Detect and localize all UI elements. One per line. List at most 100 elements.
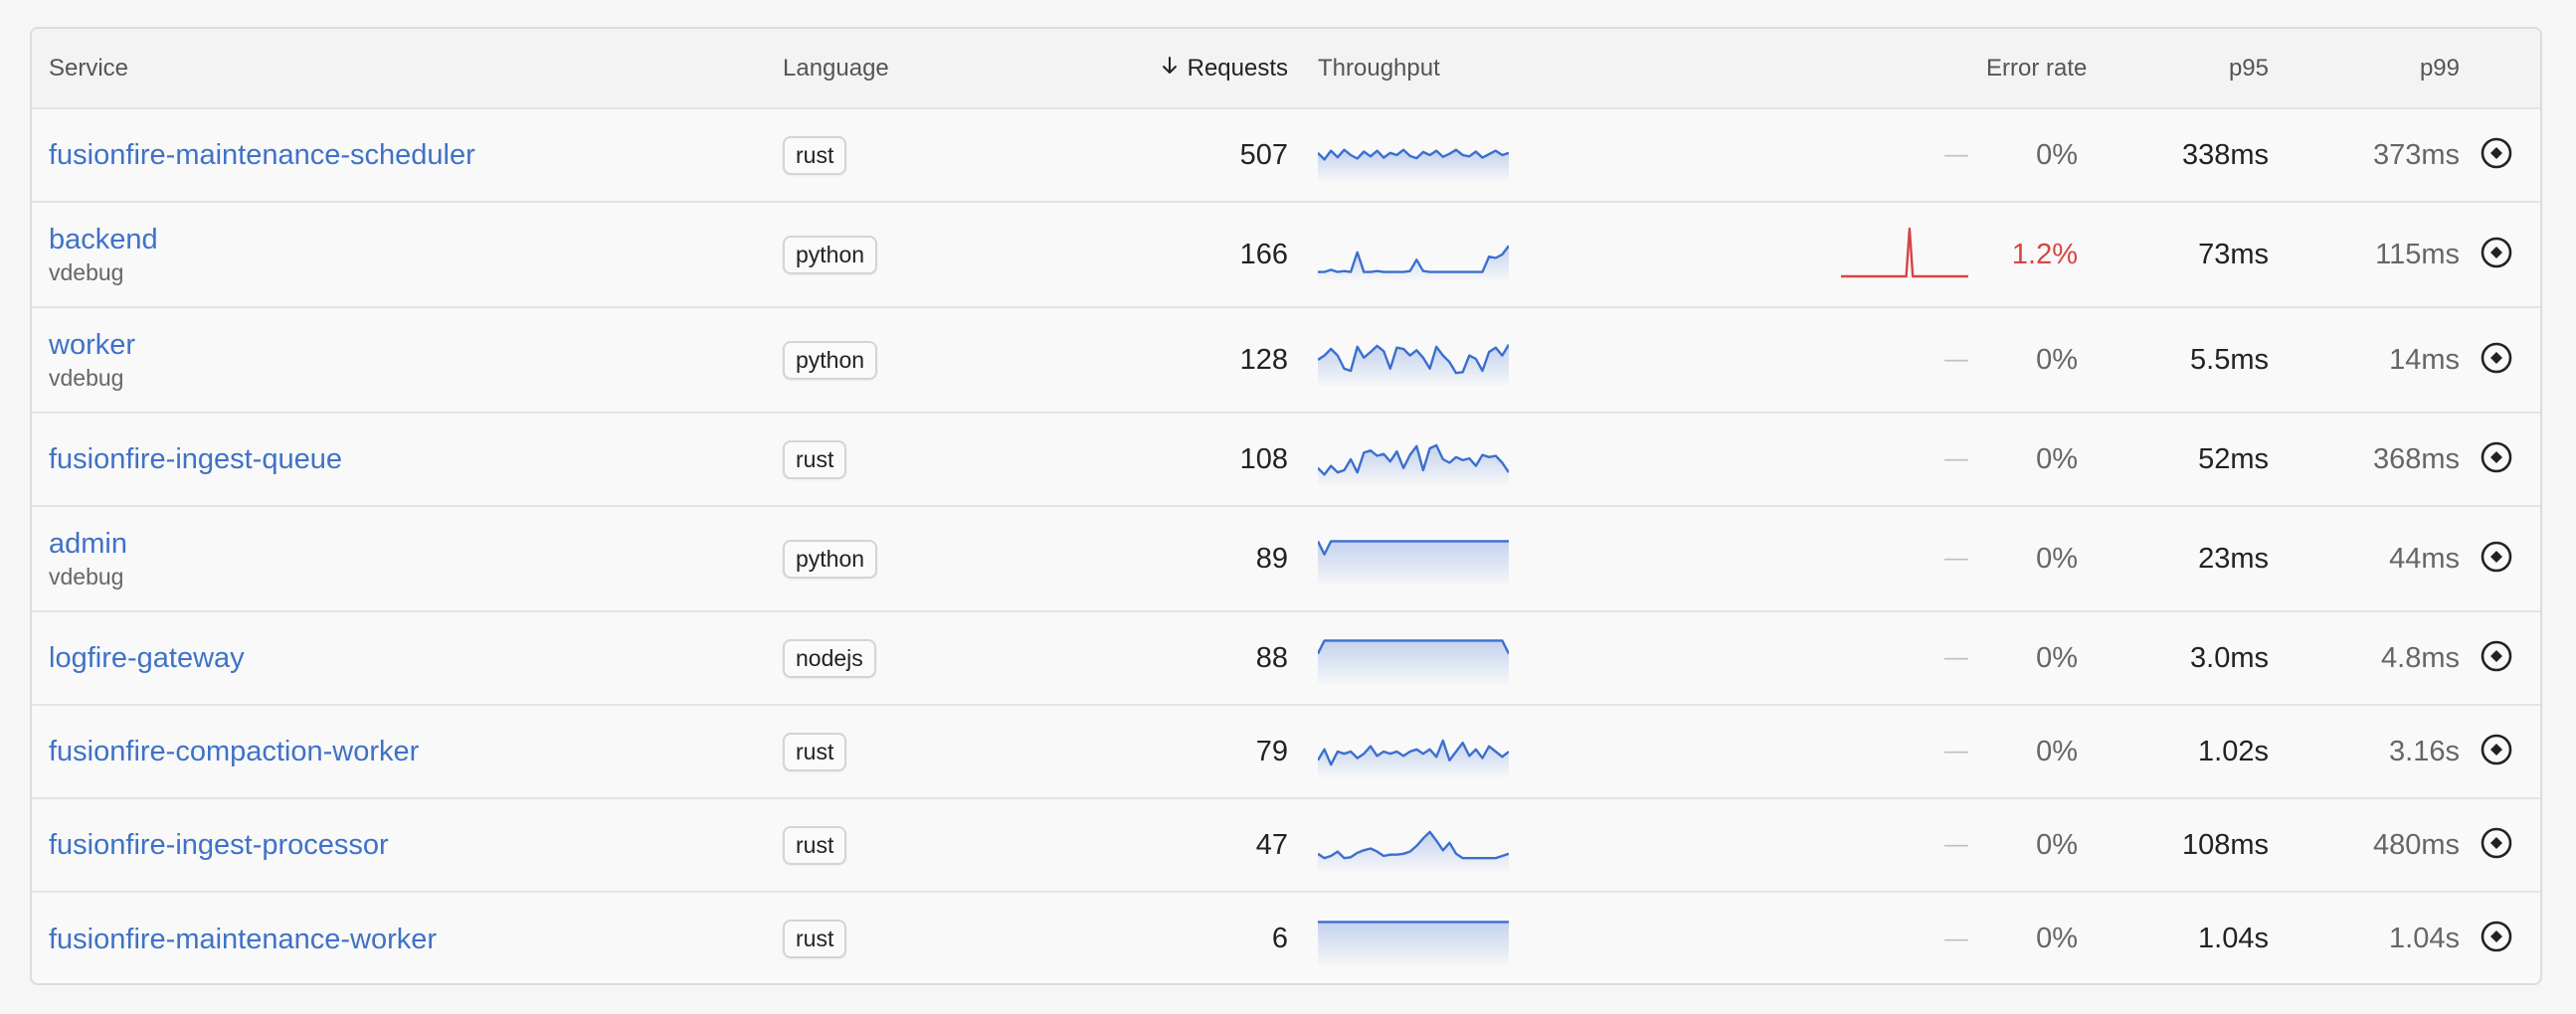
column-header-error-spark [1499, 29, 1986, 109]
action-cell [2532, 611, 2540, 705]
action-cell [2532, 413, 2540, 506]
target-icon[interactable] [2479, 439, 2514, 475]
sparkline-area [1318, 741, 1509, 777]
service-link[interactable]: worker [49, 328, 783, 362]
throughput-sparkline [1318, 830, 1509, 871]
error-rate: 0% [2036, 735, 2078, 767]
services-table: Service Language Requests Throughput Err… [32, 29, 2540, 983]
target-icon[interactable] [2479, 919, 2514, 954]
p95-latency: 23ms [2198, 542, 2269, 575]
throughput-sparkline [1318, 540, 1509, 585]
column-header-actions [2460, 29, 2532, 109]
service-link[interactable]: fusionfire-ingest-queue [49, 442, 783, 476]
service-link[interactable]: fusionfire-ingest-processor [49, 828, 783, 862]
error-rate: 0% [2036, 138, 2078, 171]
p99-latency: 368ms [2372, 442, 2460, 475]
error-spark-cell: — [1499, 705, 1986, 798]
sparkline-area [1318, 640, 1509, 684]
requests-count: 128 [1239, 343, 1288, 376]
action-cell [2460, 413, 2532, 506]
error-rate: 0% [2036, 542, 2078, 575]
language-badge: rust [783, 825, 847, 865]
column-header-language[interactable]: Language [783, 29, 972, 109]
requests-count: 88 [1255, 641, 1288, 674]
service-link[interactable]: fusionfire-maintenance-scheduler [49, 138, 783, 172]
requests-count: 6 [1271, 923, 1288, 954]
action-cell [2532, 705, 2540, 798]
p99-latency: 1.04s [2389, 923, 2460, 954]
action-cell [2460, 705, 2532, 798]
no-error-placeholder: — [1944, 831, 1968, 858]
no-error-placeholder: — [1944, 141, 1968, 168]
p95-latency: 108ms [2181, 828, 2269, 861]
p99-latency: 480ms [2372, 828, 2460, 861]
p95-latency: 1.02s [2198, 735, 2269, 767]
service-cell: admin vdebug [32, 506, 783, 611]
throughput-sparkline [1318, 920, 1509, 965]
requests-count: 108 [1239, 442, 1288, 475]
language-cell: rust [783, 798, 972, 892]
sparkline-area [1318, 831, 1509, 871]
target-icon[interactable] [2479, 340, 2514, 376]
table-row[interactable]: fusionfire-maintenance-worker rust 6 — 0% 1.0… [32, 892, 2540, 983]
target-icon[interactable] [2479, 732, 2514, 767]
service-link[interactable]: admin [49, 527, 783, 561]
service-link[interactable]: backend [49, 223, 783, 256]
p99-latency: 3.16s [2389, 735, 2460, 767]
column-header-error-rate[interactable]: Error rate [1986, 29, 2087, 109]
throughput-cell [1300, 705, 1509, 798]
language-badge: python [783, 235, 878, 274]
throughput-sparkline [1318, 443, 1509, 485]
table-row[interactable]: worker vdebug python 128 — 0% 5.5ms 14ms [32, 307, 2540, 413]
service-cell: backend vdebug [32, 202, 783, 307]
p95-latency: 52ms [2198, 442, 2269, 475]
service-link[interactable]: fusionfire-compaction-worker [49, 735, 783, 768]
table-row[interactable]: fusionfire-ingest-queue rust 108 — 0% 52ms 368… [32, 413, 2540, 506]
column-header-p99[interactable]: p99 [2269, 29, 2460, 109]
language-badge: nodejs [783, 638, 876, 678]
action-cell [2460, 798, 2532, 892]
column-header-throughput[interactable]: Throughput [1300, 29, 1499, 109]
column-header-requests[interactable]: Requests [972, 29, 1300, 109]
no-error-placeholder: — [1944, 346, 1968, 373]
service-link[interactable]: fusionfire-maintenance-worker [49, 923, 783, 956]
p95-latency: 1.04s [2198, 923, 2269, 954]
throughput-sparkline [1318, 245, 1509, 280]
target-icon[interactable] [2479, 235, 2514, 270]
language-cell: python [783, 307, 972, 413]
service-cell: fusionfire-ingest-processor [32, 798, 783, 892]
throughput-cell [1300, 108, 1509, 202]
target-icon[interactable] [2479, 825, 2514, 861]
error-spark-cell: — [1499, 892, 1986, 983]
table-row[interactable]: backend vdebug python 166 1.2% 73ms 115ms [32, 202, 2540, 307]
target-icon[interactable] [2479, 638, 2514, 674]
error-spark-cell: — [1499, 413, 1986, 506]
throughput-sparkline [1318, 343, 1509, 386]
service-link[interactable]: logfire-gateway [49, 641, 783, 675]
table-row[interactable]: fusionfire-ingest-processor rust 47 — 0% 108m… [32, 798, 2540, 892]
column-header-service[interactable]: Service [32, 29, 783, 109]
no-error-placeholder: — [1944, 644, 1968, 671]
language-badge: rust [783, 135, 847, 175]
sparkline-line [1841, 227, 1968, 277]
target-icon[interactable] [2479, 539, 2514, 575]
column-header-p95[interactable]: p95 [2078, 29, 2269, 109]
table-row[interactable]: admin vdebug python 89 — 0% 23ms 44ms [32, 506, 2540, 611]
service-cell: fusionfire-compaction-worker [32, 705, 783, 798]
target-icon[interactable] [2479, 135, 2514, 171]
service-cell: fusionfire-ingest-queue [32, 413, 783, 506]
language-cell: rust [783, 705, 972, 798]
error-spark-cell: — [1499, 506, 1986, 611]
table-row[interactable]: logfire-gateway nodejs 88 — 0% 3.0ms 4.8ms [32, 611, 2540, 705]
service-environment: vdebug [49, 564, 124, 590]
language-badge: python [783, 539, 878, 579]
services-table-panel: Service Language Requests Throughput Err… [30, 27, 2542, 985]
p99-latency: 14ms [2389, 343, 2460, 376]
table-row[interactable]: fusionfire-maintenance-scheduler rust 507 —… [32, 108, 2540, 202]
table-row[interactable]: fusionfire-compaction-worker rust 79 — 0% 1.0… [32, 705, 2540, 798]
action-cell [2460, 506, 2532, 611]
action-cell [2532, 798, 2540, 892]
requests-count: 166 [1239, 238, 1288, 270]
action-cell [2460, 202, 2532, 307]
requests-count: 79 [1255, 735, 1288, 767]
